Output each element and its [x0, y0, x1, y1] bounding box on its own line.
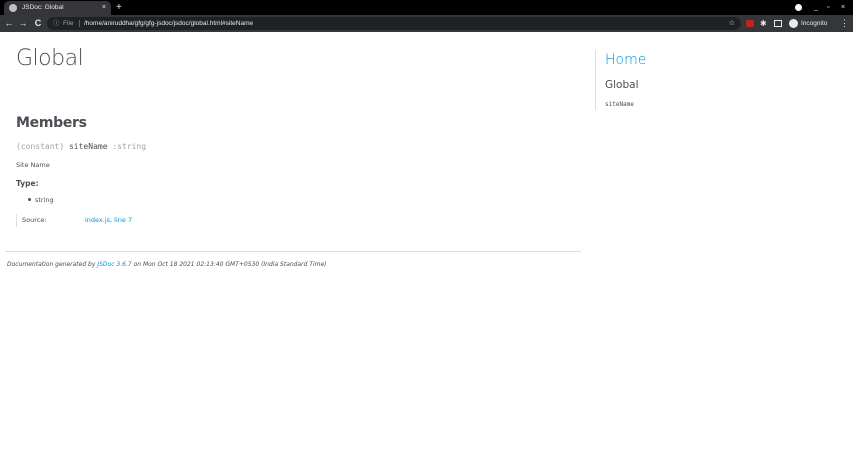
source-divider	[16, 214, 17, 227]
tab-search-icon[interactable]	[795, 4, 802, 11]
side-panel-icon[interactable]	[774, 20, 782, 27]
member-type-signature: :string	[107, 142, 147, 151]
extension-icon[interactable]	[746, 20, 754, 27]
footer: Documentation generated by JSDoc 3.6.7 o…	[7, 261, 327, 268]
back-icon[interactable]: ←	[4, 15, 14, 32]
info-icon[interactable]: ⓘ	[53, 17, 60, 30]
type-value: string	[35, 196, 54, 204]
tab-title: JSDoc: Global	[22, 4, 64, 11]
bookmark-star-icon[interactable]: ☆	[729, 17, 735, 30]
sidebar-nav: Home Global siteName	[595, 50, 795, 110]
browser-tab[interactable]: JSDoc: Global ×	[4, 1, 111, 15]
incognito-badge[interactable]: Incognito	[787, 17, 834, 30]
menu-icon[interactable]: ⋮	[840, 15, 849, 32]
nav-home-link[interactable]: Home	[605, 52, 646, 68]
browser-tabbar: JSDoc: Global × + _ ▫ ×	[0, 0, 853, 15]
url-text[interactable]: /home/aniruddha/gfg/gfg-jsdoc/jsdoc/glob…	[84, 17, 253, 30]
member-attribs: (constant)	[16, 142, 69, 151]
nav-global-heading: Global	[605, 79, 639, 91]
nav-member-link[interactable]: siteName	[605, 101, 634, 108]
puzzle-icon[interactable]: ✱	[760, 20, 768, 28]
incognito-label: Incognito	[801, 20, 828, 27]
divider	[79, 20, 80, 27]
page-title: Global	[16, 46, 84, 71]
footer-suffix: on Mon Oct 18 2021 02:13:40 GMT+0530 (In…	[131, 261, 327, 268]
minimize-button[interactable]: _	[814, 0, 818, 15]
source-label: Source:	[22, 216, 47, 224]
tab-close-icon[interactable]: ×	[102, 1, 106, 15]
source-link[interactable]: index.js, line 7	[85, 216, 132, 224]
footer-divider	[5, 251, 581, 252]
member-name: siteName	[68, 142, 108, 151]
member-signature: (constant) siteName :string	[16, 142, 146, 151]
file-label: File	[63, 20, 74, 27]
new-tab-button[interactable]: +	[116, 0, 122, 15]
window-close-button[interactable]: ×	[841, 0, 845, 15]
reload-icon[interactable]: C	[33, 15, 43, 32]
type-heading: Type:	[16, 179, 39, 188]
members-heading: Members	[16, 115, 87, 131]
member-description: Site Name	[16, 161, 50, 169]
page-content: Global Members (constant) siteName :stri…	[0, 32, 853, 468]
address-bar[interactable]: ⓘ File /home/aniruddha/gfg/gfg-jsdoc/jsd…	[47, 17, 741, 30]
incognito-icon	[789, 19, 798, 28]
forward-icon[interactable]: →	[18, 15, 28, 32]
footer-prefix: Documentation generated by	[7, 261, 98, 268]
restore-button[interactable]: ▫	[827, 0, 829, 15]
list-bullet	[28, 198, 31, 201]
globe-icon	[9, 4, 17, 12]
jsdoc-link[interactable]: JSDoc 3.6.7	[97, 261, 131, 268]
browser-toolbar: ← → C ⓘ File /home/aniruddha/gfg/gfg-jsd…	[0, 15, 853, 32]
